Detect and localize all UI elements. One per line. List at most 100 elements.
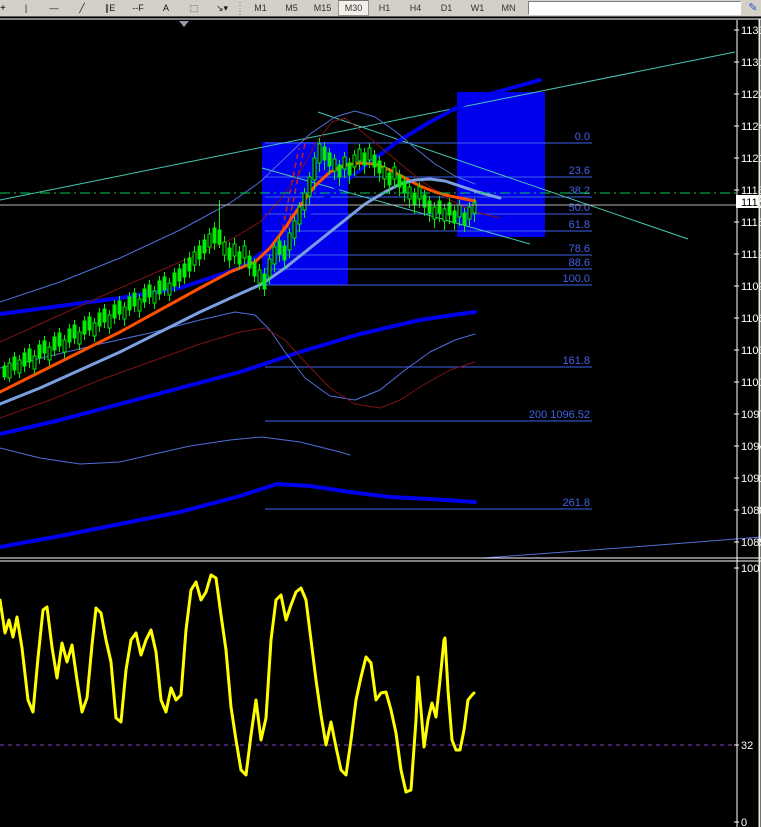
price-label: 1103 <box>741 345 761 357</box>
candle-body <box>127 296 132 311</box>
ascending-trendline[interactable] <box>0 51 736 201</box>
candle-body <box>387 172 392 186</box>
candle-body <box>82 320 87 335</box>
candle-body <box>292 220 297 239</box>
candle-body <box>107 314 112 329</box>
chart-canvas[interactable]: 0.023.638.250.061.878.688.6100.0161.8200… <box>0 0 761 827</box>
price-label: 1109 <box>741 281 761 293</box>
price-label: 1106 <box>741 313 761 325</box>
candle-body <box>242 245 247 259</box>
candle-body <box>22 352 27 367</box>
fib-label: 261.8 <box>562 497 590 509</box>
candle-body <box>272 246 277 265</box>
candle-body <box>297 206 302 225</box>
candle-body <box>377 160 382 174</box>
candle-body <box>352 154 357 168</box>
timeframe-group: M1 M5 M15 M30 H1 H4 D1 W1 MN <box>245 0 524 16</box>
candle-body <box>442 208 447 222</box>
price-label: 1094 <box>741 441 761 453</box>
candle-body <box>117 300 122 315</box>
candle-body <box>182 263 187 278</box>
candle-body <box>147 284 152 298</box>
candle-body <box>392 166 397 180</box>
scroll-marker-icon[interactable] <box>179 21 189 27</box>
tool-equidistant-channel-button[interactable]: ∥E <box>96 0 124 16</box>
candle-body <box>287 232 292 251</box>
candle-body <box>282 245 287 261</box>
drawing-tools-group: | — ╱ ∥E --F A ⬚ ↘▾ <box>12 0 236 16</box>
candle-body <box>67 328 72 343</box>
candle-body <box>262 273 267 290</box>
candle-body <box>202 239 207 254</box>
tool-fibonacci-retracement-button[interactable]: --F <box>124 0 152 16</box>
tool-trendline-button[interactable]: ╱ <box>68 0 96 16</box>
candle-body <box>357 148 362 162</box>
candle-body <box>252 262 257 277</box>
crosshair-icon[interactable]: + <box>0 3 12 14</box>
fib-label: 200 1096.52 <box>529 409 590 421</box>
candle-body <box>277 240 282 255</box>
candle-body <box>12 356 17 371</box>
candle-body <box>247 255 252 269</box>
timeframe-H4-button[interactable]: H4 <box>400 0 431 16</box>
candle-body <box>152 290 157 304</box>
tool-vertical-line-button[interactable]: | <box>12 0 40 16</box>
tool-rectangle-button[interactable]: ⬚ <box>180 0 208 16</box>
candle-body <box>37 344 42 359</box>
timeframe-W1-button[interactable]: W1 <box>462 0 493 16</box>
timeframe-M1-button[interactable]: M1 <box>245 0 276 16</box>
fib-label: 161.8 <box>562 355 590 367</box>
candle-body <box>7 362 12 379</box>
timeframe-MN-button[interactable]: MN <box>493 0 524 16</box>
candle-body <box>57 332 62 347</box>
candle-body <box>27 348 32 363</box>
price-label: 1133 <box>741 25 761 37</box>
price-label: 1091 <box>741 473 761 485</box>
price-label: 1112 <box>741 249 761 261</box>
candle-body <box>17 359 22 374</box>
candle-body <box>137 298 142 312</box>
candle-body <box>367 147 372 161</box>
oscillator-scale-label: 100 <box>741 563 759 575</box>
candlesticks <box>2 138 477 382</box>
candle-body <box>92 322 97 337</box>
candle-body <box>347 162 352 176</box>
fib-label: 78.6 <box>569 243 590 255</box>
timeframe-M30-button[interactable]: M30 <box>338 0 369 16</box>
tool-text-button[interactable]: A <box>152 0 180 16</box>
fib-label: 88.6 <box>569 257 590 269</box>
timeframe-D1-button[interactable]: D1 <box>431 0 462 16</box>
oscillator-scale-label: 32 <box>741 740 753 752</box>
timeframe-M15-button[interactable]: M15 <box>307 0 338 16</box>
tool-arrows-button[interactable]: ↘▾ <box>208 0 236 16</box>
candle-body <box>337 164 342 178</box>
toolbar-separator <box>238 1 243 15</box>
timeframe-M5-button[interactable]: M5 <box>276 0 307 16</box>
candle-body <box>122 306 127 320</box>
toolbar: + | — ╱ ∥E --F A ⬚ ↘▾ M1 M5 M15 M30 H1 H4 D1 W1 MN ✎ <box>0 0 761 17</box>
candle-body <box>72 324 77 339</box>
candle-body <box>32 355 37 370</box>
candle-body <box>437 200 442 214</box>
candle-body <box>162 276 167 291</box>
price-axis: 1133113011271124112111181115111211091106… <box>734 20 761 827</box>
candle-body <box>327 152 332 167</box>
candle-body <box>342 156 347 170</box>
candle-body <box>77 331 82 345</box>
candle-body <box>42 340 47 354</box>
price-label: 1097 <box>741 409 761 421</box>
candle-body <box>382 166 387 180</box>
candle-body <box>217 229 222 245</box>
fib-label: 0.0 <box>575 131 590 143</box>
toolbar-blank-field[interactable] <box>528 1 741 15</box>
price-label: 1115 <box>741 217 761 229</box>
band-low-left <box>0 436 351 465</box>
candle-body <box>87 316 92 331</box>
tool-horizontal-line-button[interactable]: — <box>40 0 68 16</box>
timeframe-H1-button[interactable]: H1 <box>369 0 400 16</box>
oscillator-panel[interactable] <box>0 573 737 794</box>
edit-pencil-icon[interactable]: ✎ <box>745 1 761 15</box>
candle-body <box>47 346 52 361</box>
candle-body <box>167 282 172 296</box>
candle-body <box>397 174 402 188</box>
